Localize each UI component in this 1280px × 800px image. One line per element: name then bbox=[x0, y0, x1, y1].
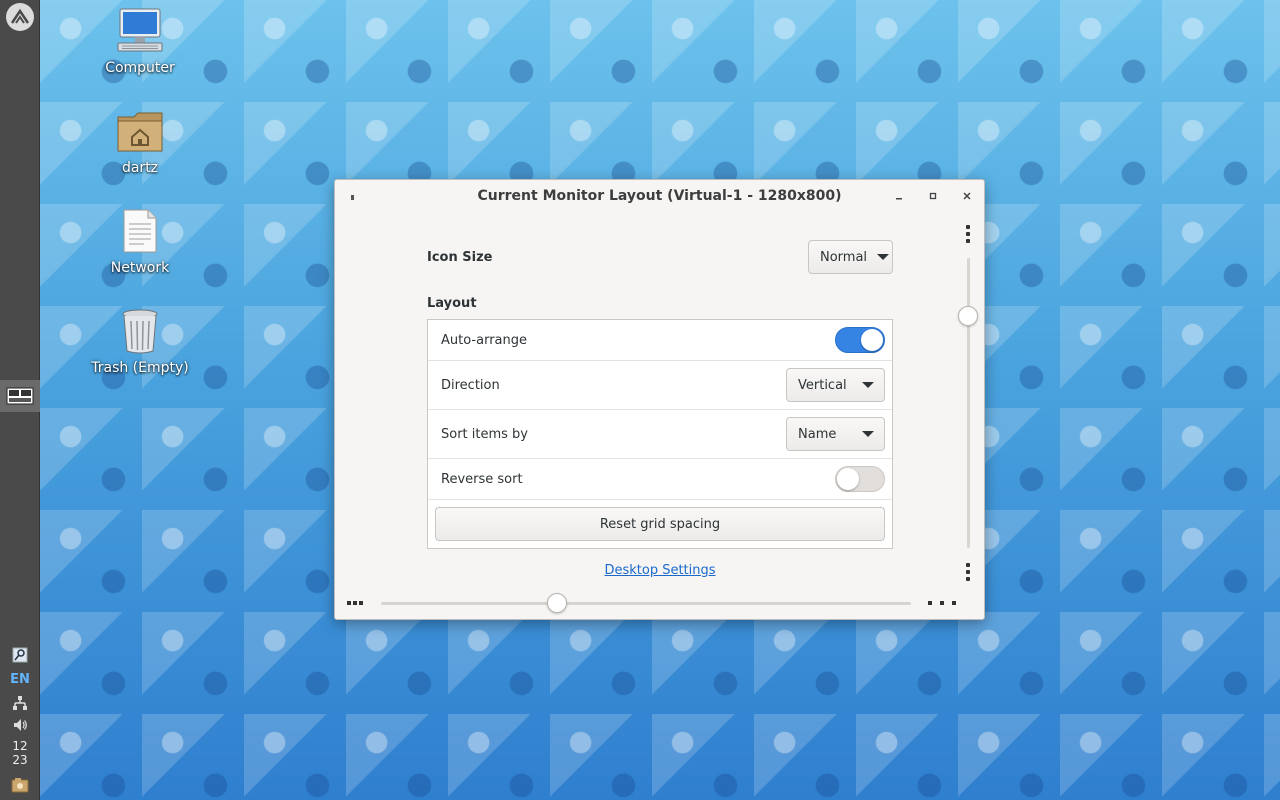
desktop-icon-trash[interactable]: Trash (Empty) bbox=[85, 306, 195, 376]
network-wired-icon bbox=[13, 696, 27, 710]
sort-row: Sort items by Name bbox=[428, 410, 892, 459]
desktop-icon-home[interactable]: dartz bbox=[85, 106, 195, 176]
chevron-down-icon bbox=[877, 254, 890, 260]
side-panel: EN 12 23 bbox=[0, 0, 40, 800]
clock-minute: 23 bbox=[12, 753, 28, 767]
vertical-dots-icon bbox=[966, 563, 970, 581]
horizontal-dots-icon bbox=[928, 601, 956, 605]
layout-list: Auto-arrange Direction Vertical Sort ite… bbox=[427, 319, 893, 549]
vertical-slider-handle[interactable] bbox=[958, 306, 978, 326]
settings-content: Icon Size Normal Layout Auto-arrange Dir… bbox=[427, 240, 893, 578]
direction-label: Direction bbox=[441, 377, 500, 393]
search-key-icon bbox=[12, 647, 28, 663]
desktop-icon-network[interactable]: Network bbox=[85, 206, 195, 276]
tray-search[interactable] bbox=[0, 644, 40, 666]
show-desktop-icon bbox=[11, 778, 29, 793]
switch-knob bbox=[837, 468, 859, 490]
desktop-icon-label: dartz bbox=[121, 160, 159, 176]
clock-hour: 12 bbox=[12, 739, 28, 753]
desktop-icon-label: Network bbox=[110, 260, 170, 276]
desktop-icon-computer[interactable]: Computer bbox=[85, 6, 195, 76]
icon-size-value: Normal bbox=[820, 249, 868, 265]
auto-arrange-switch[interactable] bbox=[835, 327, 885, 353]
direction-row: Direction Vertical bbox=[428, 361, 892, 410]
keyboard-layout-indicator[interactable]: EN bbox=[0, 666, 40, 692]
clock[interactable]: 12 23 bbox=[0, 736, 40, 770]
reset-grid-spacing-button[interactable]: Reset grid spacing bbox=[435, 507, 885, 541]
trash-icon bbox=[122, 309, 158, 354]
distro-logo-icon bbox=[10, 8, 30, 24]
layout-section-title: Layout bbox=[427, 296, 477, 311]
chevron-down-icon bbox=[862, 431, 874, 437]
desktop-icon-label: Computer bbox=[105, 60, 175, 76]
desktop-settings-dialog: Current Monitor Layout (Virtual-1 - 1280… bbox=[334, 179, 985, 620]
icon-size-row: Icon Size Normal bbox=[427, 240, 893, 274]
desktop-icon-label: Trash (Empty) bbox=[91, 360, 189, 376]
horizontal-dots-icon bbox=[347, 601, 363, 605]
switch-knob bbox=[861, 329, 883, 351]
volume-icon bbox=[14, 719, 27, 731]
icon-size-label: Icon Size bbox=[427, 249, 493, 265]
desktop-settings-link[interactable]: Desktop Settings bbox=[427, 563, 893, 578]
show-desktop-button[interactable] bbox=[0, 770, 40, 800]
reset-row: Reset grid spacing bbox=[428, 500, 892, 548]
reverse-sort-label: Reverse sort bbox=[441, 471, 523, 487]
window-list-icon bbox=[6, 387, 34, 405]
minimize-icon bbox=[896, 198, 902, 200]
sort-value: Name bbox=[798, 426, 837, 442]
close-button[interactable] bbox=[958, 188, 976, 204]
network-icon bbox=[123, 209, 157, 253]
computer-icon bbox=[117, 8, 163, 52]
vertical-slider-track[interactable] bbox=[967, 258, 970, 548]
reverse-sort-row: Reverse sort bbox=[428, 459, 892, 500]
dialog-title: Current Monitor Layout (Virtual-1 - 1280… bbox=[477, 188, 842, 204]
icon-size-dropdown[interactable]: Normal bbox=[808, 240, 893, 274]
horizontal-slider-handle[interactable] bbox=[547, 593, 567, 613]
system-tray: EN 12 23 bbox=[0, 644, 40, 800]
direction-dropdown[interactable]: Vertical bbox=[786, 368, 885, 402]
chevron-down-icon bbox=[862, 382, 874, 388]
maximize-button[interactable] bbox=[924, 188, 942, 204]
horizontal-slider-track[interactable] bbox=[381, 602, 911, 605]
vertical-dots-icon bbox=[966, 225, 970, 243]
close-icon bbox=[963, 192, 971, 200]
home-folder-icon bbox=[117, 112, 163, 152]
network-tray[interactable] bbox=[0, 692, 40, 714]
sort-label: Sort items by bbox=[441, 426, 529, 442]
minimize-button[interactable] bbox=[890, 188, 908, 204]
maximize-icon bbox=[929, 192, 937, 200]
app-menu-button[interactable] bbox=[6, 3, 34, 31]
reverse-sort-switch[interactable] bbox=[835, 466, 885, 492]
dialog-titlebar[interactable]: Current Monitor Layout (Virtual-1 - 1280… bbox=[335, 180, 984, 212]
direction-value: Vertical bbox=[798, 377, 847, 393]
taskbar-window-button[interactable] bbox=[0, 380, 40, 412]
window-menu-icon[interactable] bbox=[351, 195, 354, 200]
auto-arrange-row: Auto-arrange bbox=[428, 320, 892, 361]
volume-tray[interactable] bbox=[0, 714, 40, 736]
auto-arrange-label: Auto-arrange bbox=[441, 332, 527, 348]
sort-dropdown[interactable]: Name bbox=[786, 417, 885, 451]
